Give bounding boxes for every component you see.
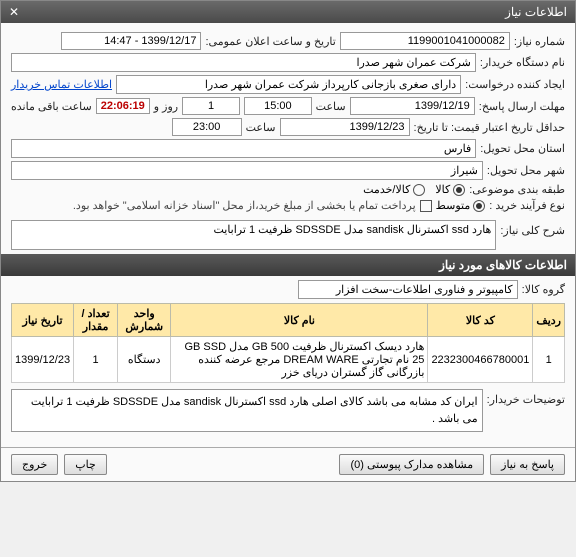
deadline-date-field: 1399/12/19 (350, 97, 475, 115)
deadline-label: مهلت ارسال پاسخ: (479, 100, 565, 113)
print-button[interactable]: چاپ (64, 454, 107, 475)
khadamat-radio-item[interactable]: کالا/خدمت (363, 183, 425, 196)
khadamat-radio-label: کالا/خدمت (363, 183, 410, 196)
saat-label-2: ساعت (246, 121, 276, 134)
valid-label: حداقل تاریخ اعتبار قیمت: تا تاریخ: (414, 121, 565, 134)
countdown-field: 22:06:19 (96, 98, 150, 114)
td-date: 1399/12/23 (12, 337, 74, 383)
buytype-label: نوع فرآیند خرید : (489, 199, 565, 212)
budget-label: طبقه بندی موضوعی: (469, 183, 565, 196)
eslami-checkbox[interactable] (420, 200, 432, 212)
org-field: شرکت عمران شهر صدرا (11, 53, 476, 72)
days-left-field: 1 (182, 97, 240, 115)
creator-label: ایجاد کننده درخواست: (465, 78, 565, 91)
need-no-label: شماره نیاز: (514, 35, 565, 48)
items-section-header: اطلاعات کالاهای مورد نیاز (1, 254, 575, 276)
footer: پاسخ به نیاز مشاهده مدارک پیوستی (0) چاپ… (1, 447, 575, 481)
valid-date-field: 1399/12/23 (280, 118, 410, 136)
valid-time-field: 23:00 (172, 118, 242, 136)
buytype-radio-group: متوسط (436, 199, 486, 212)
kala-radio-label: کالا (435, 183, 450, 196)
need-no-field: 1199001041000082 (340, 32, 510, 50)
mid-radio-label: متوسط (436, 199, 471, 212)
city-label: شهر محل تحویل: (487, 164, 565, 177)
buyer-desc-field: ایران کد مشابه می باشد کالای اصلی هارد s… (11, 389, 483, 432)
titlebar: اطلاعات نیاز ✕ (1, 1, 575, 23)
close-icon[interactable]: ✕ (9, 5, 19, 19)
td-row: 1 (533, 337, 565, 383)
th-row: ردیف (533, 304, 565, 337)
td-name: هارد دیسک اکسترنال ظرفیت GB 500 مدل GB S… (171, 337, 428, 383)
paynote-label: پرداخت تمام یا بخشی از مبلغ خرید،از محل … (73, 199, 416, 212)
kala-radio-item[interactable]: کالا (435, 183, 465, 196)
deadline-time-field: 15:00 (244, 97, 312, 115)
province-label: استان محل تحویل: (480, 142, 565, 155)
th-unit: واحد شمارش (118, 304, 171, 337)
table-header-row: ردیف کد کالا نام کالا واحد شمارش تعداد /… (12, 304, 565, 337)
window-title: اطلاعات نیاز (505, 5, 567, 19)
td-qty: 1 (74, 337, 118, 383)
kala-radio[interactable] (453, 184, 465, 196)
saat-label-1: ساعت (316, 100, 346, 113)
contact-link[interactable]: اطلاعات تماس خریدار (11, 78, 112, 91)
th-qty: تعداد / مقدار (74, 304, 118, 337)
group-label: گروه کالا: (522, 283, 565, 296)
budget-radio-group: کالا کالا/خدمت (363, 183, 465, 196)
general-desc-field: هارد ssd اکسترنال sandisk مدل SDSSDE ظرف… (11, 220, 496, 250)
creator-field: دارای صغری بازجانی کارپرداز شرکت عمران ش… (116, 75, 461, 94)
announce-field: 1399/12/17 - 14:47 (61, 32, 201, 50)
exit-button[interactable]: خروج (11, 454, 58, 475)
city-field: شیراز (11, 161, 483, 180)
need-info-window: اطلاعات نیاز ✕ شماره نیاز: 1199001041000… (0, 0, 576, 482)
announce-label: تاریخ و ساعت اعلان عمومی: (205, 35, 335, 48)
buyer-desc-label: توضیحات خریدار: (487, 389, 565, 406)
group-field: کامپیوتر و فناوری اطلاعات-سخت افزار (298, 280, 518, 299)
province-field: فارس (11, 139, 476, 158)
th-name: نام کالا (171, 304, 428, 337)
td-code: 2232300466780001 (428, 337, 533, 383)
khadamat-radio[interactable] (413, 184, 425, 196)
td-unit: دستگاه (118, 337, 171, 383)
th-date: تاریخ نیاز (12, 304, 74, 337)
th-code: کد کالا (428, 304, 533, 337)
rooz-label: روز و (154, 100, 178, 113)
table-row: 1 2232300466780001 هارد دیسک اکسترنال ظر… (12, 337, 565, 383)
items-table: ردیف کد کالا نام کالا واحد شمارش تعداد /… (11, 303, 565, 383)
attachments-button[interactable]: مشاهده مدارک پیوستی (0) (339, 454, 484, 475)
reply-button[interactable]: پاسخ به نیاز (490, 454, 565, 475)
mid-radio[interactable] (473, 200, 485, 212)
general-desc-label: شرح کلی نیاز: (500, 220, 565, 237)
mid-radio-item[interactable]: متوسط (436, 199, 486, 212)
org-label: نام دستگاه خریدار: (480, 56, 565, 69)
remain-label: ساعت باقی مانده (11, 100, 92, 113)
